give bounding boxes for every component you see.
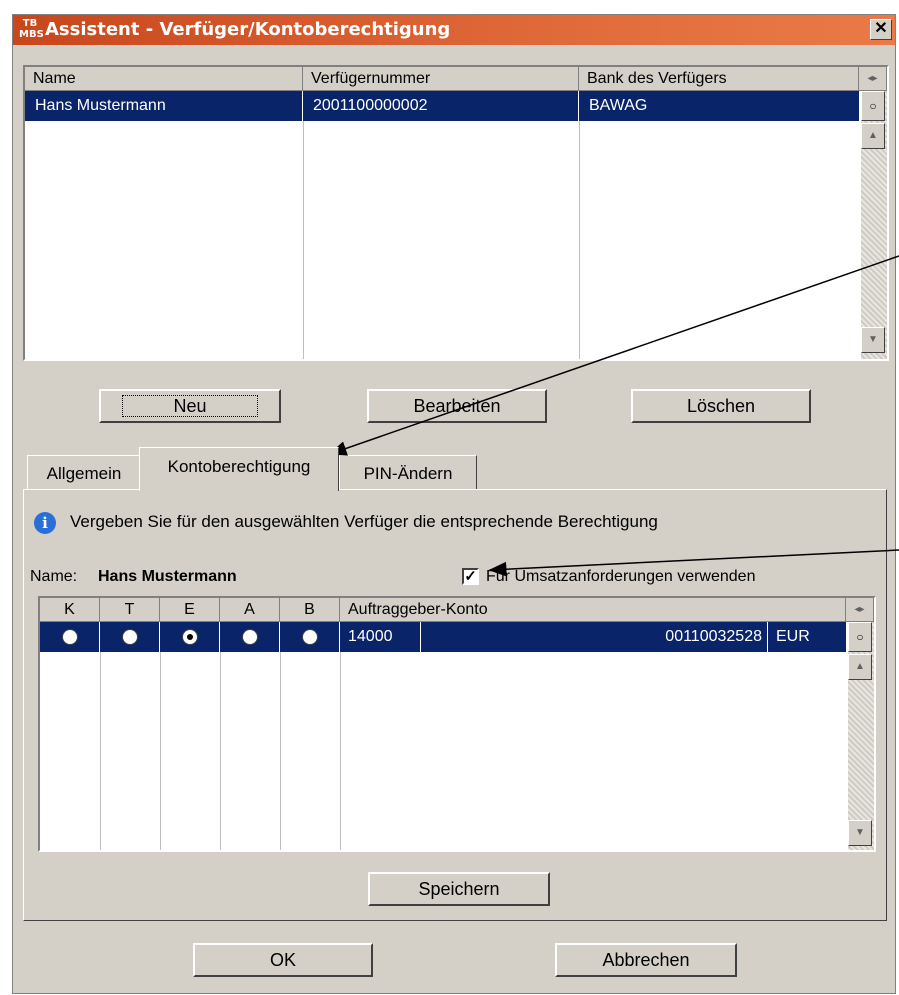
name-value: Hans Mustermann bbox=[98, 568, 237, 585]
radio-e[interactable] bbox=[182, 629, 198, 645]
rights-table[interactable]: K T E A B Auftraggeber-Konto ◂▸ 14000 00… bbox=[38, 596, 876, 852]
column-divider bbox=[99, 622, 100, 652]
new-button[interactable]: Neu bbox=[99, 389, 281, 423]
cell-currency: EUR bbox=[776, 628, 810, 645]
column-divider bbox=[100, 652, 101, 850]
tab-allgemein-label: Allgemein bbox=[46, 464, 122, 483]
title-bar[interactable]: TB MBS Assistent - Verfüger/Kontoberechti… bbox=[13, 15, 895, 45]
row-indicator: ○ bbox=[861, 91, 885, 121]
edit-button[interactable]: Bearbeiten bbox=[367, 389, 547, 423]
umsatz-checkbox-label[interactable]: Für Umsatzanforderungen verwenden bbox=[486, 568, 755, 586]
tab-kontoberechtigung-label: Kontoberechtigung bbox=[167, 457, 311, 476]
kontoberechtigung-panel: i Vergeben Sie für den ausgewählten Verf… bbox=[23, 489, 887, 921]
scroll-down-button[interactable]: ▼ bbox=[848, 820, 872, 846]
table-row[interactable]: 14000 00110032528 EUR bbox=[40, 622, 846, 652]
radio-t[interactable] bbox=[122, 629, 138, 645]
column-divider bbox=[767, 622, 768, 652]
app-logo-icon: TB MBS bbox=[19, 18, 44, 40]
window-title: Assistent - Verfüger/Kontoberechtigung bbox=[45, 19, 451, 40]
cancel-button[interactable]: Abbrechen bbox=[555, 943, 737, 977]
tab-allgemein[interactable]: Allgemein bbox=[27, 455, 141, 489]
column-divider bbox=[280, 652, 281, 850]
rights-vertical-scrollbar[interactable]: ○ ▲ ▼ bbox=[848, 622, 874, 850]
users-table[interactable]: Name Verfügernummer Bank des Verfügers ◂… bbox=[23, 65, 889, 361]
column-divider bbox=[220, 652, 221, 850]
column-divider bbox=[160, 652, 161, 850]
radio-b[interactable] bbox=[302, 629, 318, 645]
cell-account-number: 00110032528 bbox=[665, 628, 762, 645]
save-button-label: Speichern bbox=[418, 879, 500, 899]
cell-account-id: 14000 bbox=[348, 628, 393, 645]
column-header-bank[interactable]: Bank des Verfügers bbox=[579, 67, 859, 91]
row-indicator: ○ bbox=[848, 622, 872, 652]
column-header-a[interactable]: A bbox=[220, 598, 280, 622]
tab-pin-aendern-label: PIN-Ändern bbox=[363, 464, 453, 483]
radio-a[interactable] bbox=[242, 629, 258, 645]
scroll-up-button[interactable]: ▲ bbox=[861, 123, 885, 149]
column-header-b[interactable]: B bbox=[280, 598, 340, 622]
column-divider bbox=[579, 121, 580, 359]
column-header-k[interactable]: K bbox=[40, 598, 100, 622]
cell-number: 2001100000002 bbox=[313, 97, 428, 114]
umsatz-checkbox[interactable]: ✓ bbox=[462, 568, 479, 585]
table-row[interactable]: Hans Mustermann 2001100000002 BAWAG bbox=[25, 91, 859, 121]
column-divider bbox=[303, 121, 304, 359]
dialog-window: TB MBS Assistent - Verfüger/Kontoberechti… bbox=[12, 14, 896, 994]
cell-bank: BAWAG bbox=[589, 97, 648, 114]
cancel-button-label: Abbrechen bbox=[602, 950, 690, 970]
column-divider bbox=[279, 622, 280, 652]
close-button[interactable]: ✕ bbox=[870, 19, 892, 40]
users-vertical-scrollbar[interactable]: ○ ▲ ▼ bbox=[861, 91, 887, 359]
column-divider bbox=[420, 622, 421, 652]
scroll-up-button[interactable]: ▲ bbox=[848, 654, 872, 680]
column-divider bbox=[302, 91, 303, 121]
tab-pin-aendern[interactable]: PIN-Ändern bbox=[339, 455, 477, 489]
column-header-name[interactable]: Name bbox=[25, 67, 303, 91]
info-text: Vergeben Sie für den ausgewählten Verfüg… bbox=[70, 512, 658, 531]
column-divider bbox=[340, 652, 341, 850]
column-header-account[interactable]: Auftraggeber-Konto bbox=[340, 598, 846, 622]
column-scroll-arrows[interactable]: ◂▸ bbox=[859, 67, 887, 91]
delete-button-label: Löschen bbox=[686, 396, 756, 416]
new-button-label: Neu bbox=[122, 395, 258, 417]
save-button[interactable]: Speichern bbox=[368, 872, 550, 906]
ok-button[interactable]: OK bbox=[193, 943, 373, 977]
column-scroll-arrows[interactable]: ◂▸ bbox=[846, 598, 874, 622]
ok-button-label: OK bbox=[269, 950, 296, 970]
column-divider bbox=[159, 622, 160, 652]
edit-button-label: Bearbeiten bbox=[413, 396, 501, 416]
column-divider bbox=[339, 622, 340, 652]
column-header-e[interactable]: E bbox=[160, 598, 220, 622]
info-icon: i bbox=[34, 512, 56, 534]
column-divider bbox=[219, 622, 220, 652]
radio-k[interactable] bbox=[62, 629, 78, 645]
column-divider bbox=[578, 91, 579, 121]
name-label: Name: bbox=[30, 568, 78, 585]
column-header-t[interactable]: T bbox=[100, 598, 160, 622]
tab-kontoberechtigung[interactable]: Kontoberechtigung bbox=[139, 447, 339, 491]
scroll-down-button[interactable]: ▼ bbox=[861, 327, 885, 353]
close-icon: ✕ bbox=[874, 20, 888, 37]
column-header-number[interactable]: Verfügernummer bbox=[303, 67, 579, 91]
delete-button[interactable]: Löschen bbox=[631, 389, 811, 423]
cell-name: Hans Mustermann bbox=[35, 97, 166, 114]
